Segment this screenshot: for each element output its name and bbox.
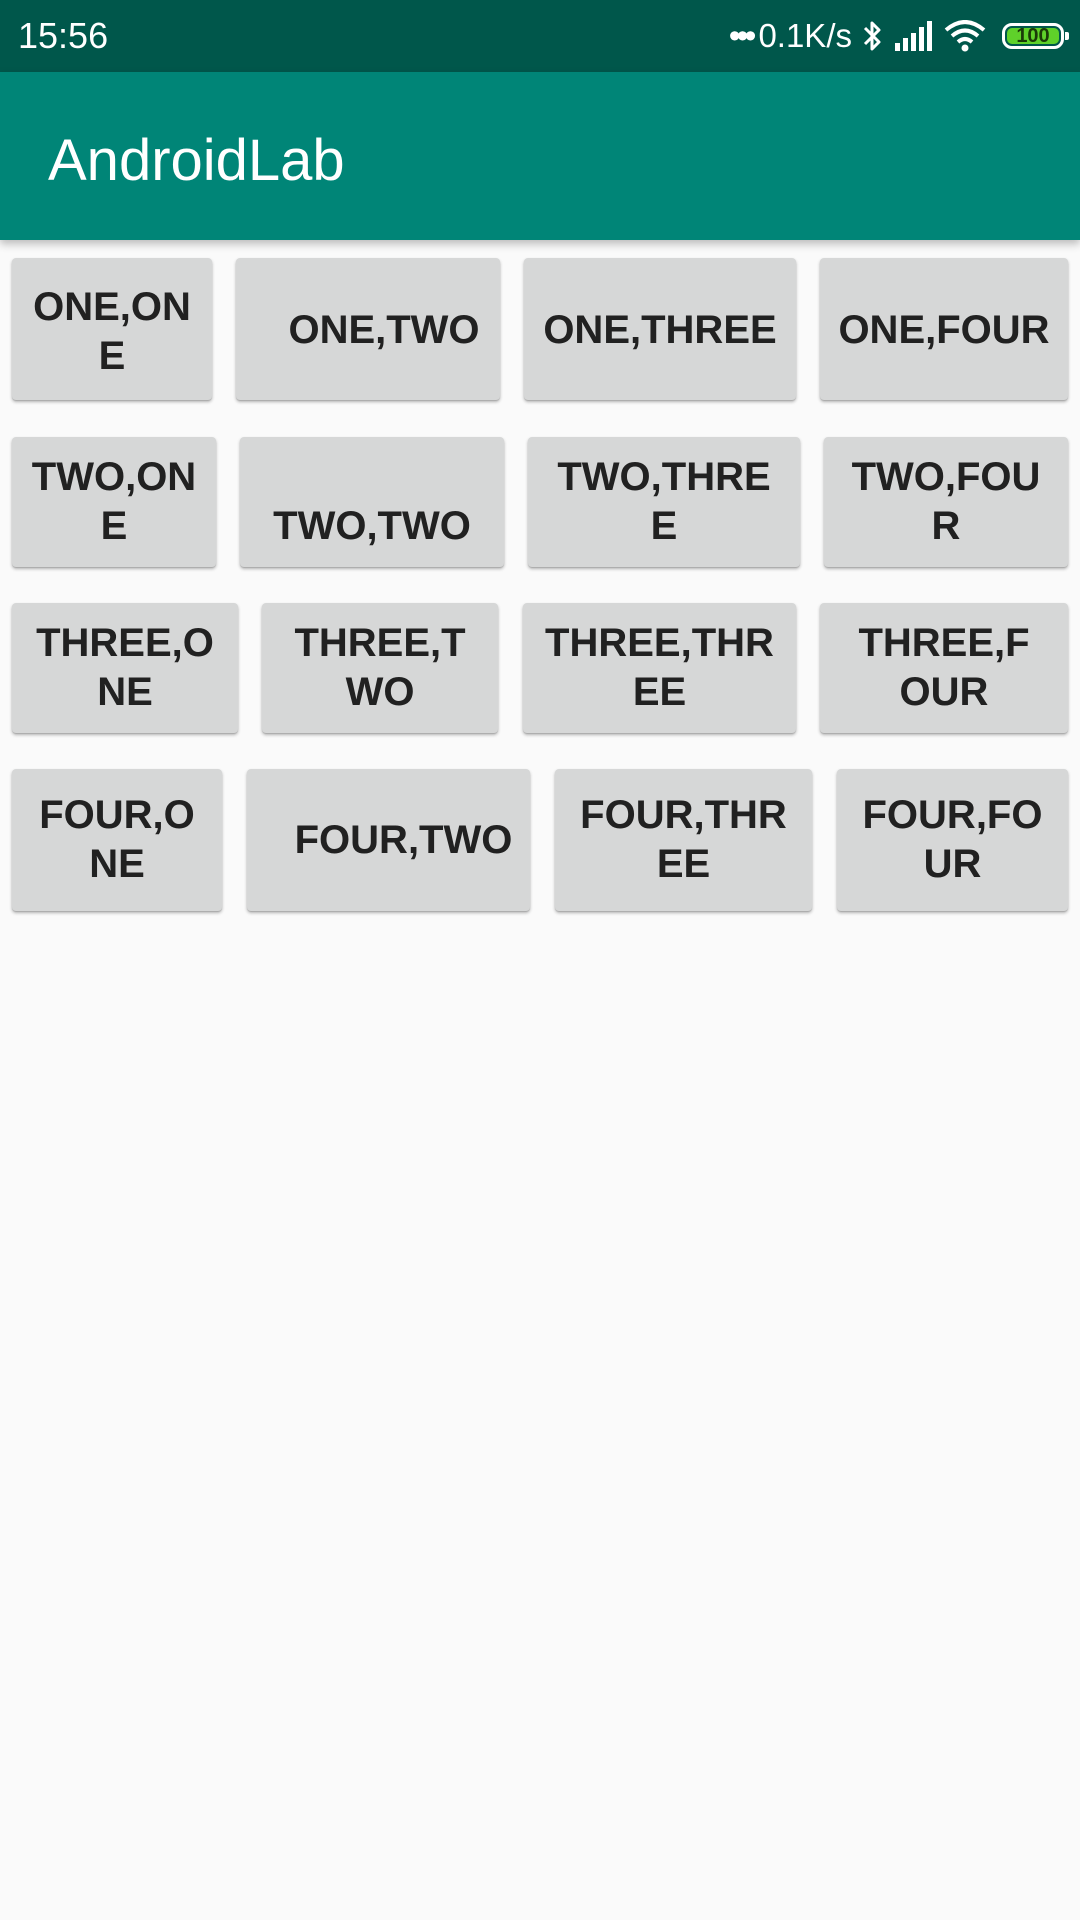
button-three-three[interactable]: THREE,THREE (523, 603, 796, 733)
signal-icon (894, 21, 934, 51)
button-one-one[interactable]: ONE,ONE (12, 258, 212, 400)
button-label: FOUR,THREE (580, 793, 787, 886)
status-time: 15:56 (18, 15, 109, 56)
button-label: THREE,TWO (294, 621, 466, 714)
status-bar: 15:56 ••• 0.1K/s 100 (0, 0, 1080, 72)
button-four-three[interactable]: FOUR,THREE (555, 769, 812, 911)
app-title: AndroidLab (48, 128, 345, 193)
button-three-four[interactable]: THREE,FOUR (820, 603, 1068, 733)
button-label: ONE,THREE (543, 308, 777, 352)
button-label: TWO,ONE (31, 455, 197, 548)
button-label: THREE,THREE (545, 621, 774, 714)
bluetooth-icon (862, 19, 884, 53)
wifi-icon (944, 20, 986, 52)
network-speed: ••• 0.1K/s (729, 14, 852, 58)
button-two-two[interactable]: TWO,TWO (240, 437, 504, 567)
button-label: ONE,FOUR (838, 308, 1050, 352)
button-one-two[interactable]: ONE,TWO (236, 258, 500, 400)
button-label: ONE,ONE (33, 285, 191, 378)
button-three-two[interactable]: THREE,TWO (262, 603, 498, 733)
button-label: TWO,THREE (557, 455, 771, 548)
button-label: FOUR,FOUR (862, 793, 1043, 886)
button-one-four[interactable]: ONE,FOUR (820, 258, 1068, 400)
dots-icon: ••• (728, 17, 757, 55)
button-label: FOUR,ONE (39, 793, 195, 886)
button-label: FOUR,TWO (294, 818, 513, 862)
status-icons: ••• 0.1K/s 100 (729, 14, 1069, 58)
button-two-four[interactable]: TWO,FOUR (824, 437, 1068, 567)
button-label: TWO,FOUR (851, 455, 1041, 548)
button-four-two[interactable]: FOUR,TWO (247, 769, 530, 911)
app-bar: AndroidLab (0, 72, 1080, 240)
button-label: ONE,TWO (288, 308, 480, 352)
network-speed-label: 0.1K/s (758, 17, 852, 54)
button-three-one[interactable]: THREE,ONE (12, 603, 238, 733)
button-four-one[interactable]: FOUR,ONE (12, 769, 222, 911)
button-four-four[interactable]: FOUR,FOUR (837, 769, 1068, 911)
button-label: THREE,ONE (36, 621, 214, 714)
button-label: TWO,TWO (273, 504, 471, 548)
button-two-three[interactable]: TWO,THREE (528, 437, 800, 567)
battery-level: 100 (1007, 26, 1059, 46)
button-one-three[interactable]: ONE,THREE (524, 258, 796, 400)
battery-icon: 100 (1002, 23, 1069, 49)
button-two-one[interactable]: TWO,ONE (12, 437, 216, 567)
button-label: THREE,FOUR (858, 621, 1030, 714)
